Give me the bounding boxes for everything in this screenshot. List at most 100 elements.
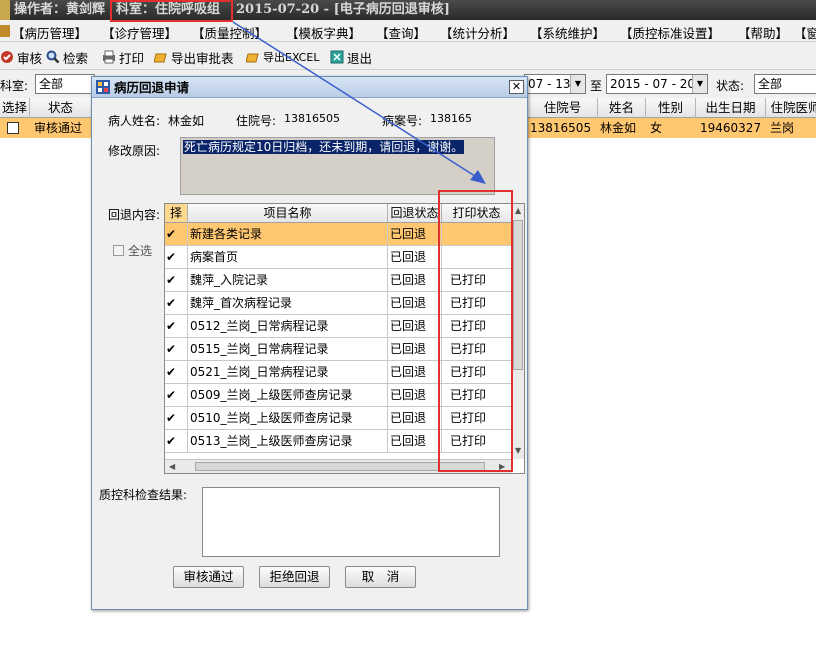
- reason-label: 修改原因:: [108, 144, 161, 158]
- checkbox-checked-icon[interactable]: ✔: [166, 366, 178, 378]
- menu-record-management[interactable]: 【病历管理】: [12, 23, 87, 41]
- reject-button[interactable]: 拒绝回退: [259, 566, 330, 588]
- col-select[interactable]: 选择: [0, 98, 30, 118]
- rollback-status: 已回退: [388, 315, 442, 337]
- item-name: 新建各类记录: [188, 223, 388, 245]
- checkbox-checked-icon[interactable]: ✔: [166, 389, 178, 401]
- department-select[interactable]: 全部: [35, 74, 95, 94]
- row-checkbox-cell[interactable]: ✔: [165, 361, 188, 383]
- col-birth-date[interactable]: 出生日期: [696, 98, 766, 118]
- col-status[interactable]: 状态: [30, 98, 92, 118]
- select-all-checkbox[interactable]: 全选: [113, 242, 152, 259]
- approve-button[interactable]: 审核通过: [173, 566, 244, 588]
- app-icon: [0, 0, 10, 20]
- print-icon: [103, 50, 115, 64]
- qc-result-textarea[interactable]: [202, 487, 500, 557]
- row-checkbox-cell[interactable]: ✔: [165, 407, 188, 429]
- menu-qc-standard-settings[interactable]: 【质控标准设置】: [620, 23, 720, 41]
- print-button[interactable]: 打印: [102, 48, 144, 66]
- close-icon[interactable]: ✕: [509, 80, 524, 94]
- case-no-label: 病案号:: [382, 114, 423, 128]
- chevron-down-icon[interactable]: ▼: [570, 75, 585, 93]
- date-to-label: 至: [590, 79, 603, 93]
- scroll-down-icon[interactable]: ▼: [515, 446, 521, 455]
- row-checkbox-cell[interactable]: ✔: [165, 430, 188, 452]
- row-status: 审核通过: [34, 121, 83, 135]
- scroll-left-icon[interactable]: ◀: [169, 462, 175, 471]
- rollback-status: 已回退: [388, 338, 442, 360]
- col-select[interactable]: 择: [165, 204, 188, 223]
- rollback-status: 已回退: [388, 292, 442, 314]
- checkbox-checked-icon[interactable]: ✔: [166, 297, 178, 309]
- row-checkbox-cell[interactable]: ✔: [165, 384, 188, 406]
- col-gender[interactable]: 性别: [646, 98, 696, 118]
- row-name: 林金如: [600, 121, 637, 135]
- review-button[interactable]: 审核: [0, 48, 42, 66]
- date-to-picker[interactable]: 2015 - 07 - 20 ▼: [606, 74, 708, 94]
- checkbox-checked-icon[interactable]: ✔: [166, 274, 178, 286]
- window-title-text: 2015-07-20 - [电子病历回退审核]: [236, 2, 450, 17]
- col-doctor[interactable]: 住院医师: [766, 98, 816, 118]
- search-icon: [46, 50, 60, 64]
- row-inpatient-no: 13816505: [530, 121, 592, 135]
- item-name: 0510_兰岗_上级医师查房记录: [188, 407, 388, 429]
- row-checkbox-cell[interactable]: ✔: [165, 338, 188, 360]
- export-excel-icon: [246, 53, 259, 63]
- review-icon: [1, 51, 13, 63]
- menu-quality-control[interactable]: 【质量控制】: [192, 23, 267, 41]
- rollback-status: 已回退: [388, 361, 442, 383]
- col-inpatient-no[interactable]: 住院号: [528, 98, 598, 118]
- col-rollback-status[interactable]: 回退状态: [388, 204, 442, 223]
- scroll-thumb[interactable]: [513, 220, 523, 370]
- item-name: 魏萍_入院记录: [188, 269, 388, 291]
- status-select[interactable]: 全部: [754, 74, 816, 94]
- date-from-picker[interactable]: 07 - 13 ▼: [524, 74, 586, 94]
- row-checkbox-cell[interactable]: ✔: [165, 315, 188, 337]
- rollback-status: 已回退: [388, 384, 442, 406]
- qc-result-label: 质控科检查结果:: [99, 488, 188, 502]
- chevron-down-icon[interactable]: ▼: [692, 75, 707, 93]
- row-checkbox-cell[interactable]: ✔: [165, 246, 188, 268]
- checkbox-checked-icon[interactable]: ✔: [166, 343, 178, 355]
- checkbox-checked-icon[interactable]: ✔: [166, 412, 178, 424]
- rollback-status: 已回退: [388, 223, 442, 245]
- row-checkbox-cell[interactable]: ✔: [165, 292, 188, 314]
- exit-icon: [330, 50, 344, 64]
- row-select-checkbox[interactable]: [7, 122, 19, 134]
- rollback-status: 已回退: [388, 407, 442, 429]
- patient-name-value: 林金如: [168, 114, 205, 128]
- exit-button[interactable]: 退出: [330, 48, 372, 66]
- checkbox-checked-icon[interactable]: ✔: [166, 251, 178, 263]
- scroll-up-icon[interactable]: ▲: [515, 206, 521, 215]
- search-button[interactable]: 检索: [46, 48, 88, 66]
- checkbox-checked-icon[interactable]: ✔: [166, 228, 178, 240]
- col-name[interactable]: 姓名: [598, 98, 646, 118]
- operator-text: 操作者：黄剑辉: [14, 2, 106, 17]
- item-name: 0512_兰岗_日常病程记录: [188, 315, 388, 337]
- dialog-title-bar: 病历回退申请 ✕: [92, 77, 527, 98]
- menu-diagnosis-management[interactable]: 【诊疗管理】: [102, 23, 177, 41]
- row-checkbox-cell[interactable]: ✔: [165, 223, 188, 245]
- menu-query[interactable]: 【查询】: [376, 23, 426, 41]
- rollback-status: 已回退: [388, 269, 442, 291]
- checkbox-checked-icon[interactable]: ✔: [166, 320, 178, 332]
- reason-textarea[interactable]: 死亡病历规定10日归档，还未到期，请回退，谢谢。: [180, 137, 495, 195]
- department-label: 科室:: [0, 79, 29, 93]
- export-excel-button[interactable]: 导出EXCEL: [246, 48, 319, 66]
- menu-statistics[interactable]: 【统计分析】: [440, 23, 515, 41]
- menu-help[interactable]: 【帮助】: [738, 23, 788, 41]
- checkbox-checked-icon[interactable]: ✔: [166, 435, 178, 447]
- row-checkbox-cell[interactable]: ✔: [165, 269, 188, 291]
- cancel-button[interactable]: 取 消: [345, 566, 416, 588]
- col-item-name[interactable]: 项目名称: [188, 204, 388, 223]
- inpatient-no-value: 13816505: [284, 112, 340, 125]
- menu-system-maintenance[interactable]: 【系统维护】: [530, 23, 605, 41]
- menu-window[interactable]: 【窗: [794, 23, 816, 41]
- annotation-box-print-status: [438, 190, 513, 472]
- toolbar: 审核 检索 打印 导出审批表 导出EXCEL 退出: [0, 42, 816, 70]
- menu-template-dictionary[interactable]: 【模板字典】: [286, 23, 361, 41]
- item-name: 0515_兰岗_日常病程记录: [188, 338, 388, 360]
- export-approval-button[interactable]: 导出审批表: [154, 48, 234, 66]
- menu-app-icon: [0, 25, 10, 37]
- annotation-box-department: [110, 0, 233, 22]
